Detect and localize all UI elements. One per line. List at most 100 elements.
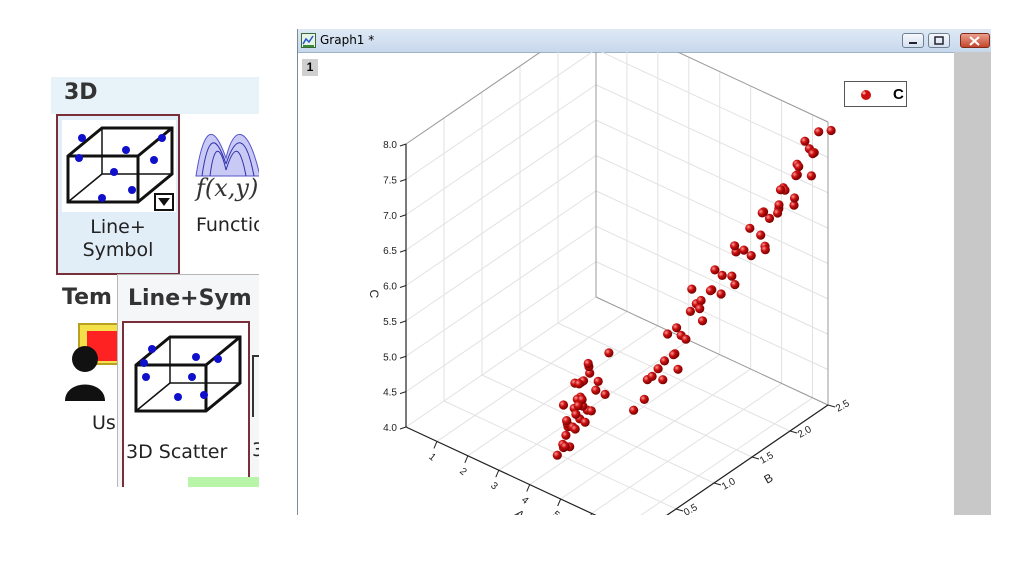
scatter-point xyxy=(647,371,657,381)
scatter-point xyxy=(746,251,756,261)
scatter-point xyxy=(687,284,697,294)
tick-label-c: 8.0 xyxy=(383,140,397,151)
scatter-point xyxy=(653,364,663,374)
user-template-tile[interactable] xyxy=(65,321,125,405)
scatter-point xyxy=(826,125,836,136)
section-title-3d: 3D xyxy=(64,80,98,105)
status-highlight xyxy=(188,477,259,487)
3d-scatter-icon xyxy=(134,335,242,413)
scatter-point xyxy=(562,416,572,426)
scatter-point xyxy=(739,245,749,255)
gridline-side-wall xyxy=(405,84,597,216)
scatter-point xyxy=(730,241,740,251)
scatter-point xyxy=(775,185,786,195)
scatter-point xyxy=(745,223,755,233)
scatter-point xyxy=(673,364,683,374)
tick-a xyxy=(433,441,438,449)
function-tile[interactable]: f(x,y) Functio xyxy=(190,114,259,275)
scatter-point xyxy=(570,424,580,434)
tick-label-b: 2.5 xyxy=(834,398,852,415)
gridline-back-wall xyxy=(595,225,829,335)
scatter-point xyxy=(574,379,584,389)
tick-label-c: 7.0 xyxy=(383,211,397,222)
gridline-floor xyxy=(519,348,753,458)
tick-a xyxy=(464,455,469,463)
function-formula: f(x,y) xyxy=(196,174,259,202)
graph-window-titlebar[interactable]: Graph1 * xyxy=(298,29,991,53)
box-edge xyxy=(595,296,829,406)
gridline-back-wall xyxy=(676,52,829,123)
scatter-point xyxy=(774,200,784,210)
restore-button[interactable] xyxy=(928,33,950,48)
tick-label-c: 6.5 xyxy=(383,246,397,257)
plot-gallery-panel: 3D Line+ Symbol f(x,y) Functio Tem Us Li… xyxy=(51,77,259,487)
user-template-icon xyxy=(65,323,121,401)
minimize-button[interactable] xyxy=(902,33,924,48)
scatter-point xyxy=(552,450,562,460)
scatter-point xyxy=(573,401,583,411)
graph-window-right-panel[interactable] xyxy=(954,52,991,515)
line-symbol-label-line1: Line+ xyxy=(90,216,146,238)
tick-c xyxy=(399,285,407,288)
tick-label-c: 6.0 xyxy=(383,282,397,293)
scatter-point xyxy=(806,171,816,181)
legend-label: C xyxy=(893,86,904,103)
legend[interactable]: C xyxy=(844,81,907,107)
tick-label-a: 5 xyxy=(550,509,562,515)
scatter-point xyxy=(710,265,720,275)
gridline-side-wall xyxy=(405,119,597,251)
scatter-point xyxy=(697,316,708,326)
line-symbol-label-line2: Symbol xyxy=(82,239,154,261)
user-template-label: Us xyxy=(92,412,116,434)
3d-scatter-label: 3D Scatter xyxy=(126,441,228,463)
gridline-side-wall xyxy=(405,155,597,286)
gridline-side-wall xyxy=(405,296,597,428)
tick-a xyxy=(590,513,593,515)
tick-label-c: 5.0 xyxy=(383,352,397,363)
graph-window-title: Graph1 * xyxy=(320,33,375,47)
tick-a xyxy=(557,498,562,507)
tick-label-c: 4.0 xyxy=(383,423,397,434)
scatter-point xyxy=(760,245,770,255)
restore-icon xyxy=(934,36,944,45)
tick-c xyxy=(399,178,407,182)
legend-marker xyxy=(861,90,871,100)
gridline-floor xyxy=(436,310,628,442)
close-button[interactable] xyxy=(960,33,990,48)
next-tile-label: 3 xyxy=(252,439,259,461)
gridline-side-wall xyxy=(405,190,597,322)
tick-label-a: 3 xyxy=(488,480,500,492)
point-layer xyxy=(552,125,836,460)
axis-title-a: A xyxy=(512,507,527,515)
tick-label-c: 5.5 xyxy=(383,317,397,328)
line-symbol-subpanel: Line+Sym 3D Scatter 3 xyxy=(117,274,259,487)
tick-a xyxy=(526,484,531,492)
axis-line-b xyxy=(666,404,829,515)
scatter-point xyxy=(580,417,590,427)
3d-scatter-plot: 4.04.55.05.56.06.57.07.58.012345670.00.5… xyxy=(367,52,852,515)
scatter-point xyxy=(681,334,691,344)
tick-label-b: 1.0 xyxy=(720,476,738,493)
gridline-side-wall xyxy=(405,261,597,393)
gridline-side-wall xyxy=(405,225,597,357)
tick-a xyxy=(495,470,500,478)
scatter-point xyxy=(696,295,706,306)
tick-c xyxy=(399,391,407,395)
minimize-icon xyxy=(909,42,917,44)
grid-layer xyxy=(405,52,829,515)
scatter-point xyxy=(629,405,639,415)
tick-label-a: 4 xyxy=(519,495,531,507)
tick-label-c: 7.5 xyxy=(383,175,397,186)
tick-c xyxy=(399,143,407,147)
box-edge xyxy=(666,404,829,515)
line-symbol-tile[interactable]: Line+ Symbol xyxy=(56,114,180,275)
section-title-templates: Tem xyxy=(62,285,112,310)
3d-scatter-tile[interactable]: 3D Scatter xyxy=(122,321,250,487)
graph-window-icon xyxy=(301,33,316,48)
tick-label-a: 1 xyxy=(426,452,438,464)
function-label: Functio xyxy=(196,214,259,236)
scatter-point xyxy=(685,306,695,316)
gridline-side-wall xyxy=(405,52,542,145)
scatter-point xyxy=(757,208,767,218)
box-edge xyxy=(405,52,542,145)
